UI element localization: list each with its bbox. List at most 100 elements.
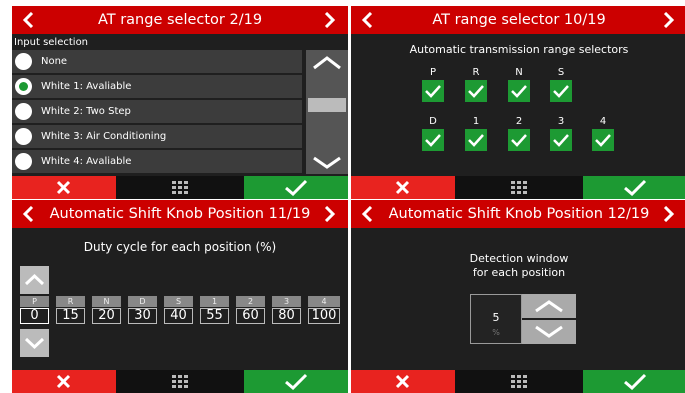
position-label: N bbox=[92, 296, 121, 307]
scroll-thumb[interactable] bbox=[308, 98, 346, 112]
grid-icon bbox=[511, 375, 527, 388]
decrement-button[interactable] bbox=[20, 329, 49, 357]
input-list: None White 1: Avaliable White 2: Two Ste… bbox=[12, 50, 302, 175]
cancel-button[interactable] bbox=[12, 176, 116, 199]
checkmark-icon bbox=[553, 134, 569, 147]
decrement-button[interactable] bbox=[522, 320, 576, 344]
scroll-up-button[interactable] bbox=[306, 50, 348, 74]
checkbox-1[interactable]: 1 bbox=[465, 116, 487, 151]
next-button[interactable] bbox=[659, 6, 681, 34]
list-item-none[interactable]: None bbox=[12, 50, 302, 73]
position-label: P bbox=[20, 296, 49, 307]
position-cell-3[interactable]: 3 80 bbox=[272, 296, 301, 324]
position-value[interactable]: 30 bbox=[128, 308, 157, 324]
section-label: Input selection bbox=[14, 37, 89, 48]
checkbox-label: D bbox=[429, 116, 437, 127]
menu-button[interactable] bbox=[455, 176, 583, 199]
increment-button[interactable] bbox=[20, 266, 49, 294]
list-item-white-2[interactable]: White 2: Two Step bbox=[12, 100, 302, 123]
list-item-label: White 1: Avaliable bbox=[41, 81, 132, 92]
position-value[interactable]: 80 bbox=[272, 308, 301, 324]
checkbox-box[interactable] bbox=[465, 80, 487, 102]
position-value[interactable]: 55 bbox=[200, 308, 229, 324]
position-cell-r[interactable]: R 15 bbox=[56, 296, 85, 324]
position-cell-2[interactable]: 2 60 bbox=[236, 296, 265, 324]
position-label: 2 bbox=[236, 296, 265, 307]
checkbox-box[interactable] bbox=[550, 129, 572, 151]
checkbox-3[interactable]: 3 bbox=[550, 116, 572, 151]
checkbox-box[interactable] bbox=[592, 129, 614, 151]
list-item-white-3[interactable]: White 3: Air Conditioning bbox=[12, 125, 302, 148]
confirm-button[interactable] bbox=[583, 176, 685, 199]
checkbox-box[interactable] bbox=[422, 129, 444, 151]
checkbox-label: R bbox=[472, 67, 480, 78]
section-subtitle: Automatic transmission range selectors bbox=[409, 43, 629, 56]
scroll-down-button[interactable] bbox=[306, 150, 348, 174]
radio-button-selected[interactable] bbox=[15, 78, 32, 95]
menu-button[interactable] bbox=[116, 176, 244, 199]
checkbox-r[interactable]: R bbox=[465, 67, 487, 102]
next-button[interactable] bbox=[320, 6, 342, 34]
position-cell-d[interactable]: D 30 bbox=[128, 296, 157, 324]
position-value[interactable]: 60 bbox=[236, 308, 265, 324]
radio-button[interactable] bbox=[15, 103, 32, 120]
checkbox-p[interactable]: P bbox=[422, 67, 444, 102]
checkbox-label: 2 bbox=[515, 116, 523, 127]
next-button[interactable] bbox=[320, 200, 342, 228]
checkbox-box[interactable] bbox=[508, 129, 530, 151]
list-item-label: White 3: Air Conditioning bbox=[41, 131, 167, 142]
prev-button[interactable] bbox=[18, 6, 40, 34]
checkbox-box[interactable] bbox=[550, 80, 572, 102]
position-cell-p[interactable]: P 0 bbox=[20, 296, 49, 324]
position-label: R bbox=[56, 296, 85, 307]
checkbox-d[interactable]: D bbox=[422, 116, 444, 151]
next-button[interactable] bbox=[659, 200, 681, 228]
position-value[interactable]: 40 bbox=[164, 308, 193, 324]
prev-button[interactable] bbox=[357, 200, 379, 228]
scrollbar[interactable] bbox=[306, 50, 348, 174]
position-value[interactable]: 0 bbox=[20, 308, 49, 324]
value-display[interactable]: 5 % bbox=[470, 294, 522, 344]
position-cell-s[interactable]: S 40 bbox=[164, 296, 193, 324]
value-stepper[interactable] bbox=[522, 294, 576, 344]
page-title: Automatic Shift Knob Position 11/19 bbox=[49, 206, 311, 222]
prev-button[interactable] bbox=[18, 200, 40, 228]
list-item-white-4[interactable]: White 4: Avaliable bbox=[12, 150, 302, 173]
chevron-down-icon bbox=[313, 156, 341, 169]
increment-button[interactable] bbox=[522, 294, 576, 318]
page-title: Automatic Shift Knob Position 12/19 bbox=[388, 206, 650, 222]
grid-icon bbox=[172, 375, 188, 388]
checkbox-label: 4 bbox=[599, 116, 607, 127]
checkbox-2[interactable]: 2 bbox=[508, 116, 530, 151]
radio-button[interactable] bbox=[15, 128, 32, 145]
section-subtitle-line1: Detection window bbox=[469, 252, 569, 265]
checkbox-box[interactable] bbox=[422, 80, 444, 102]
checkbox-box[interactable] bbox=[508, 80, 530, 102]
position-cell-4[interactable]: 4 100 bbox=[308, 296, 340, 324]
position-value[interactable]: 15 bbox=[56, 308, 85, 324]
radio-button[interactable] bbox=[15, 153, 32, 170]
checkmark-icon bbox=[425, 134, 441, 147]
section-subtitle: Duty cycle for each position (%) bbox=[83, 240, 277, 254]
position-value[interactable]: 20 bbox=[92, 308, 121, 324]
checkmark-icon bbox=[468, 85, 484, 98]
checkmark-icon bbox=[511, 134, 527, 147]
checkbox-n[interactable]: N bbox=[508, 67, 530, 102]
checkbox-4[interactable]: 4 bbox=[592, 116, 614, 151]
confirm-button[interactable] bbox=[244, 176, 348, 199]
chevron-down-icon bbox=[24, 337, 45, 350]
cancel-button[interactable] bbox=[351, 176, 455, 199]
position-cell-1[interactable]: 1 55 bbox=[200, 296, 229, 324]
x-icon bbox=[395, 374, 410, 389]
radio-button[interactable] bbox=[15, 53, 32, 70]
position-value[interactable]: 100 bbox=[308, 308, 340, 324]
chevron-left-icon bbox=[22, 12, 34, 28]
position-cell-n[interactable]: N 20 bbox=[92, 296, 121, 324]
checkmark-icon bbox=[285, 373, 308, 390]
checkbox-box[interactable] bbox=[465, 129, 487, 151]
prev-button[interactable] bbox=[357, 6, 379, 34]
list-item-white-1[interactable]: White 1: Avaliable bbox=[12, 75, 302, 98]
checkbox-label: S bbox=[557, 67, 565, 78]
checkbox-s[interactable]: S bbox=[550, 67, 572, 102]
position-label: 1 bbox=[200, 296, 229, 307]
